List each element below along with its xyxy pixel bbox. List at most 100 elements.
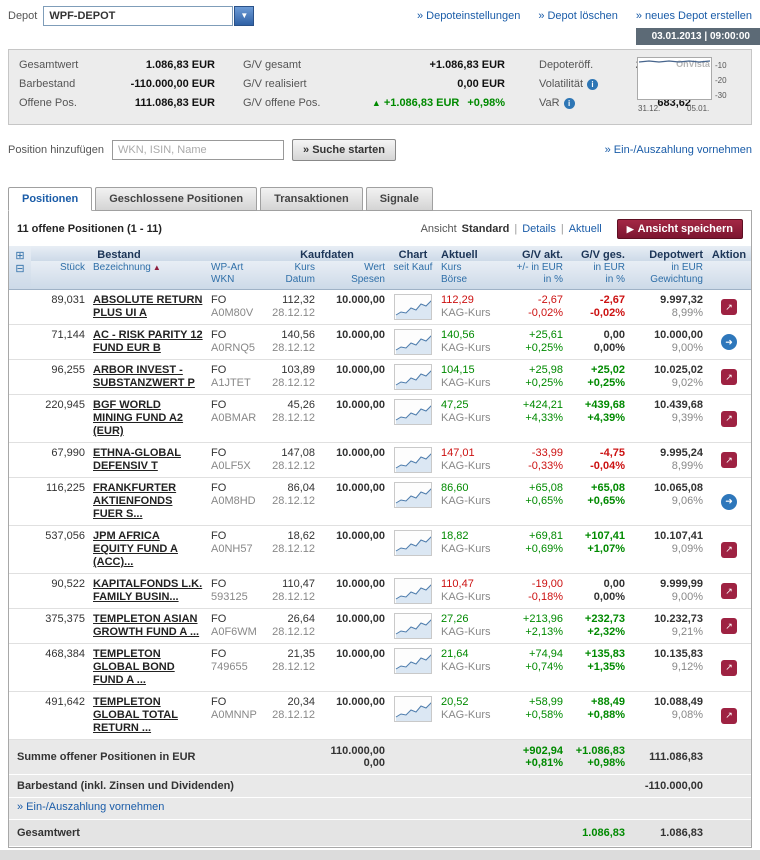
position-name-link[interactable]: KAPITALFONDS L.K. FAMILY BUSIN... bbox=[93, 578, 203, 604]
position-kaufdatum: 28.12.12 bbox=[269, 591, 315, 604]
column-group-depotwert: Depotwert bbox=[629, 246, 707, 261]
info-icon[interactable]: i bbox=[587, 79, 598, 90]
action-maximize-icon[interactable]: ↗ bbox=[721, 369, 737, 385]
tab-transaktionen[interactable]: Transaktionen bbox=[260, 187, 363, 211]
position-kaufdatum: 28.12.12 bbox=[269, 626, 315, 639]
depot-summary-panel: Gesamtwert1.086,83 EUR Barbestand-110.00… bbox=[8, 49, 752, 125]
position-gv-ges-pct: +0,88% bbox=[571, 709, 625, 722]
position-gewichtung: 9,12% bbox=[633, 661, 703, 674]
column-stueck[interactable]: Stück bbox=[31, 261, 89, 290]
tab-signale[interactable]: Signale bbox=[366, 187, 433, 211]
position-stueck: 220,945 bbox=[31, 395, 89, 443]
depot-mini-chart[interactable]: OnVista -10 -20 -30 31.12. 05.01. bbox=[637, 56, 743, 121]
position-current-price: 140,56 bbox=[441, 329, 501, 342]
position-gv-akt-pct: -0,33% bbox=[509, 460, 563, 473]
position-sparkline[interactable] bbox=[389, 526, 437, 574]
svg-text:31.12.: 31.12. bbox=[638, 104, 660, 113]
position-name-link[interactable]: ARBOR INVEST - SUBSTANZWERT P bbox=[93, 364, 203, 390]
position-sparkline[interactable] bbox=[389, 443, 437, 478]
position-sparkline[interactable] bbox=[389, 290, 437, 325]
column-wert-spesen[interactable]: WertSpesen bbox=[319, 261, 389, 290]
action-maximize-icon[interactable]: ↗ bbox=[721, 660, 737, 676]
position-depotwert: 10.135,83 bbox=[633, 648, 703, 661]
column-wp-art-wkn[interactable]: WP-ArtWKN bbox=[207, 261, 265, 290]
column-kurs-datum[interactable]: KursDatum bbox=[265, 261, 319, 290]
action-order-icon[interactable]: ➜ bbox=[721, 334, 737, 350]
position-sparkline[interactable] bbox=[389, 644, 437, 692]
column-gv-ges-sub[interactable]: in EURin % bbox=[567, 261, 629, 290]
position-kaufwert: 10.000,00 bbox=[323, 399, 385, 412]
positions-body: 89,031 ABSOLUTE RETURN PLUS UI A FOA0M80… bbox=[9, 290, 751, 740]
column-kurs-boerse[interactable]: KursBörse bbox=[437, 261, 505, 290]
tab-geschlossene-positionen[interactable]: Geschlossene Positionen bbox=[95, 187, 257, 211]
position-name-link[interactable]: TEMPLETON ASIAN GROWTH FUND A ... bbox=[93, 613, 203, 639]
action-maximize-icon[interactable]: ↗ bbox=[721, 542, 737, 558]
position-current-price: 27,26 bbox=[441, 613, 501, 626]
action-maximize-icon[interactable]: ↗ bbox=[721, 411, 737, 427]
view-options: Ansicht Standard | Details | Aktuell ▶An… bbox=[421, 219, 743, 239]
einauszahlung-link-top[interactable]: » Ein-/Auszahlung vornehmen bbox=[605, 144, 752, 156]
save-view-button[interactable]: ▶Ansicht speichern bbox=[617, 219, 743, 239]
action-maximize-icon[interactable]: ↗ bbox=[721, 452, 737, 468]
position-gewichtung: 9,21% bbox=[633, 626, 703, 639]
position-sparkline[interactable] bbox=[389, 325, 437, 360]
depot-links: » Depoteinstellungen » Depot löschen » n… bbox=[417, 10, 752, 22]
position-gewichtung: 9,08% bbox=[633, 709, 703, 722]
sum-label: Summe offener Positionen in EUR bbox=[9, 740, 265, 775]
position-stueck: 537,056 bbox=[31, 526, 89, 574]
action-maximize-icon[interactable]: ↗ bbox=[721, 708, 737, 724]
action-maximize-icon[interactable]: ↗ bbox=[721, 583, 737, 599]
position-sparkline[interactable] bbox=[389, 360, 437, 395]
position-sparkline[interactable] bbox=[389, 609, 437, 644]
column-gv-akt-sub[interactable]: +/- in EURin % bbox=[505, 261, 567, 290]
expand-all-icon[interactable]: ⊞ bbox=[14, 250, 27, 262]
column-group-bestand: Bestand bbox=[31, 246, 207, 261]
position-wkn: A0RNQ5 bbox=[211, 342, 261, 355]
datetime-row: 03.01.2013 | 09:00:00 bbox=[0, 28, 760, 45]
depot-loeschen-link[interactable]: » Depot löschen bbox=[538, 10, 618, 22]
position-name-link[interactable]: AC - RISK PARITY 12 FUND EUR B bbox=[93, 329, 203, 355]
einauszahlung-link-bottom[interactable]: » Ein-/Auszahlung vornehmen bbox=[17, 801, 164, 813]
depoteinstellungen-link[interactable]: » Depoteinstellungen bbox=[417, 10, 520, 22]
page-bottom-strip bbox=[0, 850, 760, 860]
position-sparkline[interactable] bbox=[389, 395, 437, 443]
position-wp-art: FO bbox=[211, 447, 261, 460]
view-details-link[interactable]: Details bbox=[522, 223, 556, 235]
search-start-button[interactable]: » Suche starten bbox=[292, 139, 396, 161]
position-name-link[interactable]: ABSOLUTE RETURN PLUS UI A bbox=[93, 294, 203, 320]
position-name-link[interactable]: TEMPLETON GLOBAL BOND FUND A ... bbox=[93, 648, 203, 687]
depot-select-value[interactable]: WPF-DEPOT bbox=[43, 6, 233, 26]
info-icon[interactable]: i bbox=[564, 98, 575, 109]
action-maximize-icon[interactable]: ↗ bbox=[721, 618, 737, 634]
view-standard[interactable]: Standard bbox=[462, 223, 510, 235]
position-kaufwert: 10.000,00 bbox=[323, 530, 385, 543]
position-name-link[interactable]: ETHNA-GLOBAL DEFENSIV T bbox=[93, 447, 203, 473]
gv-realisiert-value: 0,00 EUR bbox=[457, 78, 505, 90]
summary-values-column: Gesamtwert1.086,83 EUR Barbestand-110.00… bbox=[19, 59, 215, 118]
position-stueck: 89,031 bbox=[31, 290, 89, 325]
action-order-icon[interactable]: ➜ bbox=[721, 494, 737, 510]
column-depotwert-sub[interactable]: in EURGewichtung bbox=[629, 261, 707, 290]
position-sparkline[interactable] bbox=[389, 478, 437, 526]
sum-open-positions-row: Summe offener Positionen in EUR 110.000,… bbox=[9, 740, 751, 775]
position-kaufkurs: 26,64 bbox=[269, 613, 315, 626]
chevron-down-icon[interactable]: ▼ bbox=[234, 6, 254, 26]
position-sparkline[interactable] bbox=[389, 692, 437, 740]
position-sparkline[interactable] bbox=[389, 574, 437, 609]
position-name-link[interactable]: TEMPLETON GLOBAL TOTAL RETURN ... bbox=[93, 696, 203, 735]
search-input[interactable] bbox=[112, 140, 284, 160]
position-name-link[interactable]: BGF WORLD MINING FUND A2 (EUR) bbox=[93, 399, 203, 438]
position-stueck: 468,384 bbox=[31, 644, 89, 692]
column-bezeichnung[interactable]: Bezeichnung▲ bbox=[89, 261, 207, 290]
depot-select[interactable]: WPF-DEPOT ▼ bbox=[43, 6, 254, 26]
collapse-all-icon[interactable]: ⊟ bbox=[14, 263, 27, 275]
action-maximize-icon[interactable]: ↗ bbox=[721, 299, 737, 315]
position-gv-akt-eur: +65,08 bbox=[509, 482, 563, 495]
neues-depot-link[interactable]: » neues Depot erstellen bbox=[636, 10, 752, 22]
position-name-link[interactable]: JPM AFRICA EQUITY FUND A (ACC)... bbox=[93, 530, 203, 569]
position-name-link[interactable]: FRANKFURTER AKTIENFONDS FUER S... bbox=[93, 482, 203, 521]
position-wkn: A0NH57 bbox=[211, 543, 261, 556]
position-current-price: 112,29 bbox=[441, 294, 501, 307]
tab-positionen[interactable]: Positionen bbox=[8, 187, 92, 211]
view-aktuell-link[interactable]: Aktuell bbox=[569, 223, 602, 235]
